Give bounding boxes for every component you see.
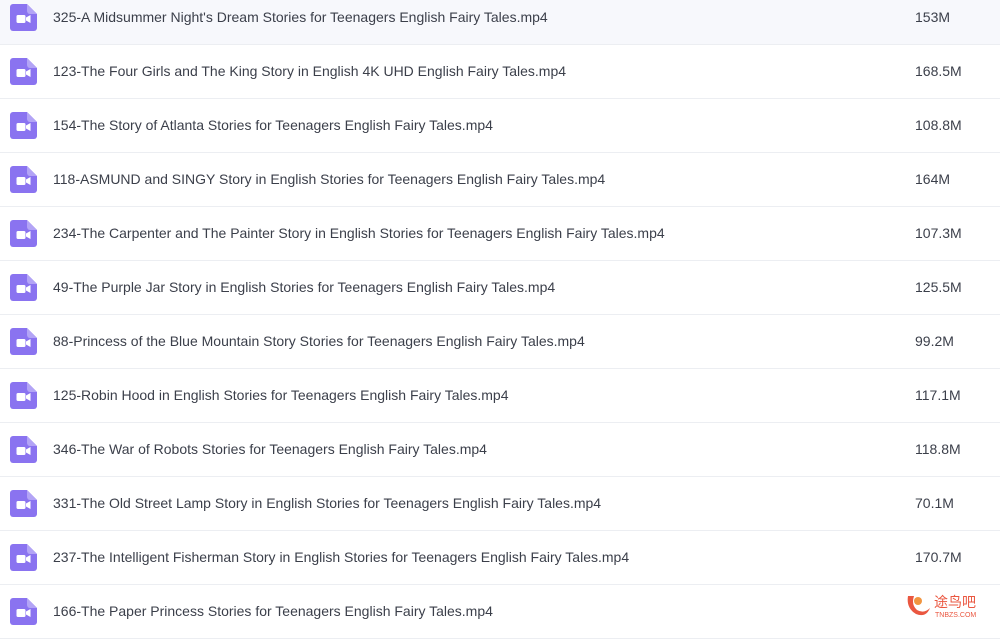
file-name[interactable]: 49-The Purple Jar Story in English Stori… (53, 261, 555, 314)
file-size: 117.1M (915, 369, 961, 422)
file-name[interactable]: 125-Robin Hood in English Stories for Te… (53, 369, 509, 422)
watermark-text: 途鸟吧 (934, 594, 976, 611)
file-name[interactable]: 234-The Carpenter and The Painter Story … (53, 207, 665, 260)
video-file-icon (10, 274, 37, 301)
file-name[interactable]: 118-ASMUND and SINGY Story in English St… (53, 153, 605, 206)
video-file-icon (10, 544, 37, 571)
file-size: 108.8M (915, 99, 962, 152)
file-size: 168.5M (915, 45, 962, 98)
watermark-logo: 途鸟吧 TNBZS.COM (904, 590, 996, 620)
file-size: 70.1M (915, 477, 954, 530)
file-row[interactable]: 88-Princess of the Blue Mountain Story S… (0, 315, 1000, 369)
file-row[interactable]: 166-The Paper Princess Stories for Teena… (0, 585, 1000, 639)
file-row[interactable]: 49-The Purple Jar Story in English Stori… (0, 261, 1000, 315)
video-file-icon (10, 490, 37, 517)
file-size: 99.2M (915, 315, 954, 368)
file-name[interactable]: 331-The Old Street Lamp Story in English… (53, 477, 601, 530)
video-file-icon (10, 58, 37, 85)
file-size: 118.8M (915, 423, 961, 476)
file-row[interactable]: 125-Robin Hood in English Stories for Te… (0, 369, 1000, 423)
file-row[interactable]: 331-The Old Street Lamp Story in English… (0, 477, 1000, 531)
file-row[interactable]: 237-The Intelligent Fisherman Story in E… (0, 531, 1000, 585)
file-size: 164M (915, 153, 950, 206)
file-list: 325-A Midsummer Night's Dream Stories fo… (0, 0, 1000, 639)
video-file-icon (10, 328, 37, 355)
video-file-icon (10, 598, 37, 625)
video-file-icon (10, 112, 37, 139)
file-size: 153M (915, 0, 950, 44)
video-file-icon (10, 436, 37, 463)
file-name[interactable]: 88-Princess of the Blue Mountain Story S… (53, 315, 585, 368)
file-name[interactable]: 237-The Intelligent Fisherman Story in E… (53, 531, 629, 584)
watermark-domain: TNBZS.COM (935, 612, 976, 619)
video-file-icon (10, 166, 37, 193)
file-row[interactable]: 123-The Four Girls and The King Story in… (0, 45, 1000, 99)
file-name[interactable]: 154-The Story of Atlanta Stories for Tee… (53, 99, 493, 152)
file-row[interactable]: 118-ASMUND and SINGY Story in English St… (0, 153, 1000, 207)
file-size: 125.5M (915, 261, 962, 314)
file-row[interactable]: 325-A Midsummer Night's Dream Stories fo… (0, 0, 1000, 45)
file-size: 170.7M (915, 531, 962, 584)
video-file-icon (10, 220, 37, 247)
file-name[interactable]: 346-The War of Robots Stories for Teenag… (53, 423, 487, 476)
file-size: 107.3M (915, 207, 962, 260)
video-file-icon (10, 4, 37, 31)
file-row[interactable]: 346-The War of Robots Stories for Teenag… (0, 423, 1000, 477)
file-row[interactable]: 154-The Story of Atlanta Stories for Tee… (0, 99, 1000, 153)
file-name[interactable]: 123-The Four Girls and The King Story in… (53, 45, 566, 98)
file-row[interactable]: 234-The Carpenter and The Painter Story … (0, 207, 1000, 261)
file-name[interactable]: 166-The Paper Princess Stories for Teena… (53, 585, 493, 638)
file-name[interactable]: 325-A Midsummer Night's Dream Stories fo… (53, 0, 548, 44)
video-file-icon (10, 382, 37, 409)
